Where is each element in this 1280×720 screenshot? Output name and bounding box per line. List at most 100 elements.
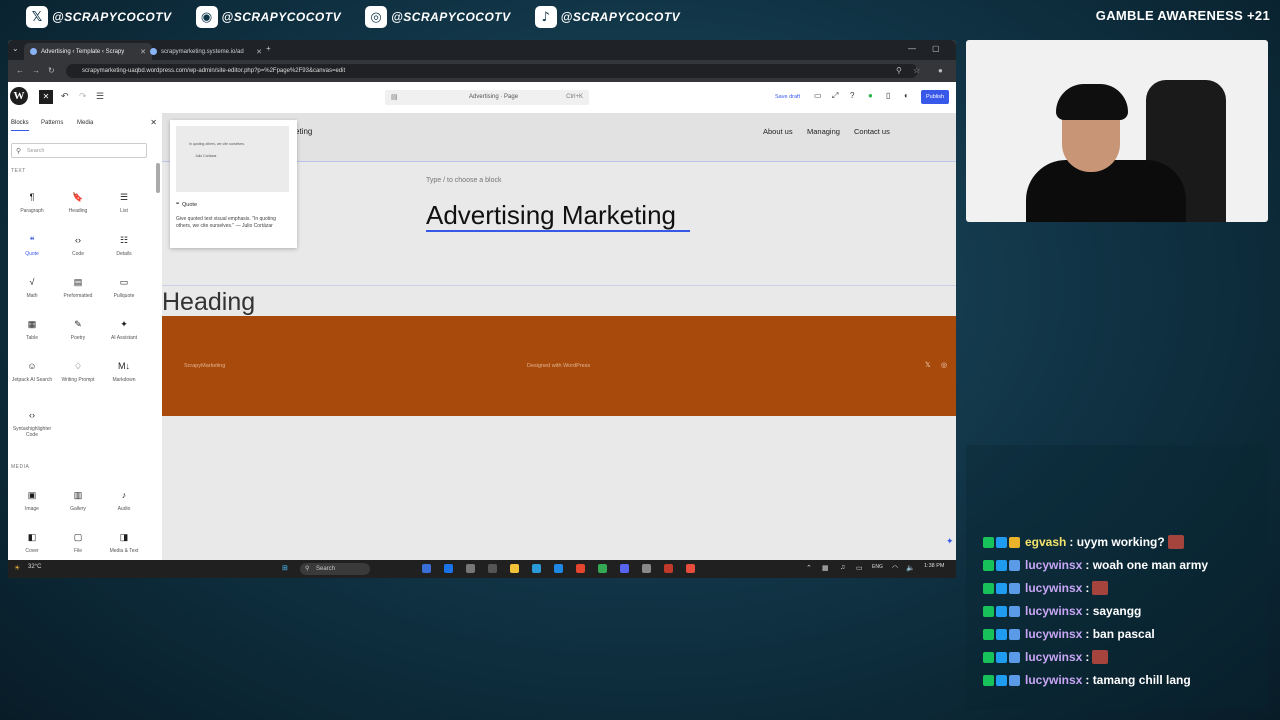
footer-credit[interactable]: Designed with WordPress bbox=[527, 363, 590, 369]
file-explorer-icon[interactable] bbox=[510, 564, 519, 573]
block-item-list[interactable]: ☰ List bbox=[102, 191, 146, 214]
twitter-icon[interactable]: 𝕏 bbox=[925, 361, 931, 369]
styles-icon[interactable]: ◐ bbox=[904, 91, 909, 100]
heading-block[interactable]: Heading bbox=[162, 287, 255, 317]
page-title[interactable]: Advertising Marketing bbox=[426, 200, 690, 232]
block-item-heading[interactable]: 🔖 Heading bbox=[56, 191, 100, 214]
reload-icon[interactable]: ↻ bbox=[48, 66, 55, 75]
block-item-jetpack-ai-search[interactable]: ☺ Jetpack AI Search bbox=[10, 360, 54, 383]
start-icon[interactable]: ⊞ bbox=[282, 564, 288, 572]
block-item-pullquote[interactable]: ▭ Pullquote bbox=[102, 276, 146, 299]
clock[interactable]: 1:38 PM bbox=[924, 563, 944, 569]
url-field[interactable]: scrapymarketing-uaqbd.wordpress.com/wp-a… bbox=[66, 64, 918, 78]
taskbar-search[interactable]: ⚲ Search bbox=[300, 563, 370, 575]
close-tab-icon[interactable]: ✕ bbox=[256, 48, 262, 56]
publish-button[interactable]: Publish bbox=[921, 90, 949, 104]
tray-chevron-icon[interactable]: ⌃ bbox=[806, 564, 812, 572]
tab-media[interactable]: Media bbox=[77, 120, 93, 126]
block-item-details[interactable]: ☷ Details bbox=[102, 234, 146, 257]
zoom-icon[interactable]: ⚲ bbox=[896, 66, 902, 75]
tab-patterns[interactable]: Patterns bbox=[41, 120, 63, 126]
block-placeholder-hint[interactable]: Type / to choose a block bbox=[426, 177, 502, 184]
tray-icon[interactable]: ▭ bbox=[856, 564, 863, 572]
app-icon[interactable] bbox=[444, 564, 453, 573]
sidebar-scrollbar[interactable] bbox=[156, 163, 160, 193]
view-icon[interactable]: ▭ bbox=[814, 91, 822, 100]
block-search-input[interactable]: ⚲ Search bbox=[11, 143, 147, 158]
block-item-cover[interactable]: ◧ Cover bbox=[10, 531, 54, 554]
block-item-quote[interactable]: ❝ Quote bbox=[10, 234, 54, 257]
weather-temp[interactable]: 32°C bbox=[28, 564, 41, 570]
redo-icon[interactable]: ↷ bbox=[79, 91, 87, 102]
tab-search-icon[interactable]: ⌄ bbox=[12, 44, 19, 53]
tab-blocks[interactable]: Blocks bbox=[11, 120, 29, 131]
wifi-icon[interactable]: ◠ bbox=[892, 564, 898, 572]
language-indicator[interactable]: ENG bbox=[872, 564, 883, 570]
footer-site-name[interactable]: ScrapyMarketing bbox=[184, 363, 225, 369]
undo-icon[interactable]: ↶ bbox=[61, 91, 69, 102]
nav-managing[interactable]: Managing bbox=[807, 127, 840, 136]
block-item-poetry[interactable]: ✎ Poetry bbox=[56, 318, 100, 341]
app-icon[interactable] bbox=[686, 564, 695, 573]
chat-message: lucywinsx: tamang chill lang bbox=[983, 673, 1191, 687]
ai-assistant-icon[interactable]: ✦ bbox=[946, 536, 954, 547]
chat-badge-icon bbox=[996, 674, 1007, 686]
block-item-syntaxhighlighter-code[interactable]: ‹› Syntaxhighlighter Code bbox=[10, 409, 54, 438]
browser-tab[interactable]: scrapymarketing.systeme.io/ad ✕ bbox=[144, 43, 268, 60]
new-tab-icon[interactable]: + bbox=[266, 44, 271, 53]
store-icon[interactable] bbox=[554, 564, 563, 573]
save-draft-button[interactable]: Save draft bbox=[775, 94, 800, 100]
nav-contact-us[interactable]: Contact us bbox=[854, 127, 890, 136]
bookmark-star-icon[interactable]: ☆ bbox=[913, 66, 920, 75]
brave-icon[interactable] bbox=[576, 564, 585, 573]
block-item-gallery[interactable]: ▥ Gallery bbox=[56, 489, 100, 512]
social-handle: @SCRAPYCOCOTV bbox=[560, 10, 681, 24]
nav-about-us[interactable]: About us bbox=[763, 127, 793, 136]
block-item-markdown[interactable]: M↓ Markdown bbox=[102, 360, 146, 383]
block-item-ai-assistant[interactable]: ✦ AI Assistant bbox=[102, 318, 146, 341]
edge-icon[interactable] bbox=[532, 564, 541, 573]
app-icon[interactable] bbox=[664, 564, 673, 573]
close-inserter-button[interactable]: ✕ bbox=[39, 90, 53, 104]
block-item-math[interactable]: √ Math bbox=[10, 276, 54, 299]
preview-description: Give quoted text visual emphasis. "In qu… bbox=[176, 216, 276, 229]
discord-icon[interactable] bbox=[620, 564, 629, 573]
site-footer[interactable]: ScrapyMarketing Designed with WordPress … bbox=[162, 316, 956, 416]
block-item-media-text[interactable]: ◨ Media & Text bbox=[102, 531, 146, 554]
app-icon[interactable] bbox=[642, 564, 651, 573]
profile-icon[interactable]: ● bbox=[938, 66, 943, 75]
weather-icon[interactable]: ☀ bbox=[14, 564, 20, 572]
chrome-icon[interactable] bbox=[598, 564, 607, 573]
forward-icon[interactable]: → bbox=[32, 66, 40, 75]
document-overview-icon[interactable]: ☰ bbox=[96, 91, 104, 102]
app-icon[interactable] bbox=[466, 564, 475, 573]
block-item-preformatted[interactable]: ▤ Preformatted bbox=[56, 276, 100, 299]
browser-tab-active[interactable]: Advertising ‹ Template ‹ Scrapy ✕ bbox=[24, 43, 152, 60]
preview-quote: In quoting others, we cite ourselves. bbox=[189, 142, 245, 146]
block-item-code[interactable]: ‹› Code bbox=[56, 234, 100, 257]
fullscreen-icon[interactable]: ⤢ bbox=[832, 91, 838, 101]
settings-panel-icon[interactable]: ▯ bbox=[886, 91, 890, 100]
block-item-paragraph[interactable]: ¶ Paragraph bbox=[10, 191, 54, 214]
tray-icon[interactable]: ▦ bbox=[822, 564, 829, 572]
block-label: Heading bbox=[68, 208, 88, 214]
maximize-icon[interactable]: ▢ bbox=[932, 44, 940, 53]
app-icon[interactable] bbox=[488, 564, 497, 573]
jetpack-icon[interactable]: ● bbox=[868, 91, 873, 100]
block-item-file[interactable]: ▢ File bbox=[56, 531, 100, 554]
app-icon[interactable] bbox=[422, 564, 431, 573]
mic-icon[interactable]: ♫ bbox=[840, 564, 845, 571]
close-icon[interactable]: ✕ bbox=[150, 118, 157, 127]
help-icon[interactable]: ? bbox=[850, 91, 854, 100]
instagram-icon[interactable]: ◎ bbox=[941, 361, 947, 369]
volume-icon[interactable]: 🔈 bbox=[906, 564, 915, 572]
wordpress-logo-icon[interactable]: W bbox=[10, 87, 28, 105]
block-item-audio[interactable]: ♪ Audio bbox=[102, 489, 146, 512]
command-palette-button[interactable]: ▤ Advertising · Page Ctrl+K bbox=[385, 90, 589, 105]
back-icon[interactable]: ← bbox=[16, 66, 24, 75]
block-item-writing-prompt[interactable]: ♢ Writing Prompt bbox=[56, 360, 100, 383]
block-item-table[interactable]: ▦ Table bbox=[10, 318, 54, 341]
block-item-image[interactable]: ▣ Image bbox=[10, 489, 54, 512]
site-title[interactable]: eting bbox=[295, 127, 312, 136]
minimize-icon[interactable]: — bbox=[908, 44, 916, 53]
